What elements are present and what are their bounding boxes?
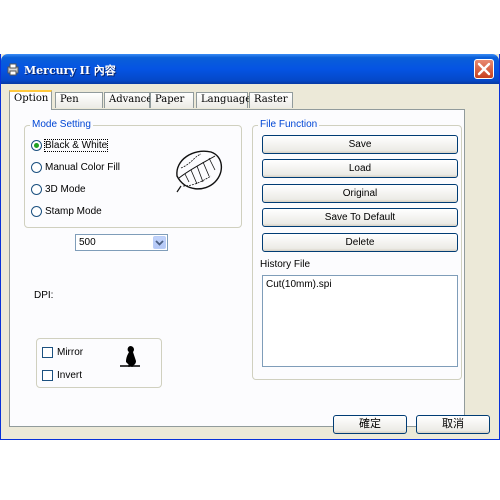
- close-button[interactable]: [474, 59, 494, 79]
- tab-language[interactable]: Language: [196, 92, 251, 108]
- radio-black-white[interactable]: Black & White: [31, 137, 109, 153]
- close-icon: [477, 62, 491, 76]
- mode-setting-title: Mode Setting: [30, 119, 93, 130]
- dpi-select[interactable]: 500: [75, 234, 168, 251]
- title-bar[interactable]: Mercury II 內容: [1, 54, 499, 84]
- option-panel: Mode Setting Black & White Manual Color …: [9, 109, 465, 427]
- tab-pen[interactable]: Pen: [55, 92, 103, 108]
- dialog-window: Mercury II 內容 Option Pen Advance Paper L…: [0, 54, 500, 440]
- radio-label: Stamp Mode: [45, 205, 102, 217]
- tab-advance[interactable]: Advance: [104, 92, 152, 108]
- mirror-checkbox[interactable]: [42, 346, 53, 358]
- mirror-invert-group: Mirror Invert: [36, 338, 162, 388]
- list-item[interactable]: Cut(10mm).spi: [266, 279, 332, 290]
- printer-icon: [7, 63, 19, 76]
- radio-label: 3D Mode: [45, 183, 86, 195]
- dropdown-button[interactable]: [153, 236, 166, 249]
- original-button[interactable]: Original: [262, 184, 458, 203]
- leaf-preview-image: [176, 150, 222, 193]
- radio-button[interactable]: [31, 139, 42, 151]
- file-function-group: File Function Save Load Original Save To…: [252, 119, 462, 380]
- dpi-label: DPI:: [34, 290, 54, 301]
- radio-button[interactable]: [31, 161, 42, 173]
- tab-paper[interactable]: Paper: [150, 92, 194, 108]
- mirror-label: Mirror: [57, 346, 84, 358]
- load-button[interactable]: Load: [262, 159, 458, 178]
- radio-3d-mode[interactable]: 3D Mode: [31, 181, 86, 197]
- mirror-checkbox-row[interactable]: Mirror: [42, 344, 83, 360]
- tab-raster[interactable]: Raster: [249, 92, 293, 108]
- invert-checkbox-row[interactable]: Invert: [42, 367, 82, 383]
- radio-label: Manual Color Fill: [45, 161, 121, 173]
- file-function-title: File Function: [258, 119, 320, 130]
- invert-checkbox[interactable]: [42, 369, 53, 381]
- dpi-value: 500: [79, 237, 96, 248]
- delete-button[interactable]: Delete: [262, 233, 458, 252]
- cancel-button[interactable]: 取消: [416, 415, 490, 434]
- bird-icon: [120, 346, 140, 367]
- history-file-label: History File: [260, 259, 311, 270]
- mode-setting-group: Mode Setting Black & White Manual Color …: [24, 119, 242, 228]
- save-to-default-button[interactable]: Save To Default: [262, 208, 458, 227]
- radio-label: Black & White: [43, 138, 109, 152]
- radio-button[interactable]: [31, 205, 42, 217]
- chevron-down-icon: [155, 240, 164, 246]
- tab-option[interactable]: Option: [9, 90, 52, 110]
- history-file-list[interactable]: Cut(10mm).spi: [262, 275, 458, 367]
- invert-label: Invert: [57, 369, 83, 381]
- radio-stamp-mode[interactable]: Stamp Mode: [31, 203, 102, 219]
- radio-manual-color-fill[interactable]: Manual Color Fill: [31, 159, 120, 175]
- window-title: Mercury II 內容: [24, 64, 116, 77]
- ok-button[interactable]: 確定: [333, 415, 407, 434]
- radio-button[interactable]: [31, 183, 42, 195]
- save-button[interactable]: Save: [262, 135, 458, 154]
